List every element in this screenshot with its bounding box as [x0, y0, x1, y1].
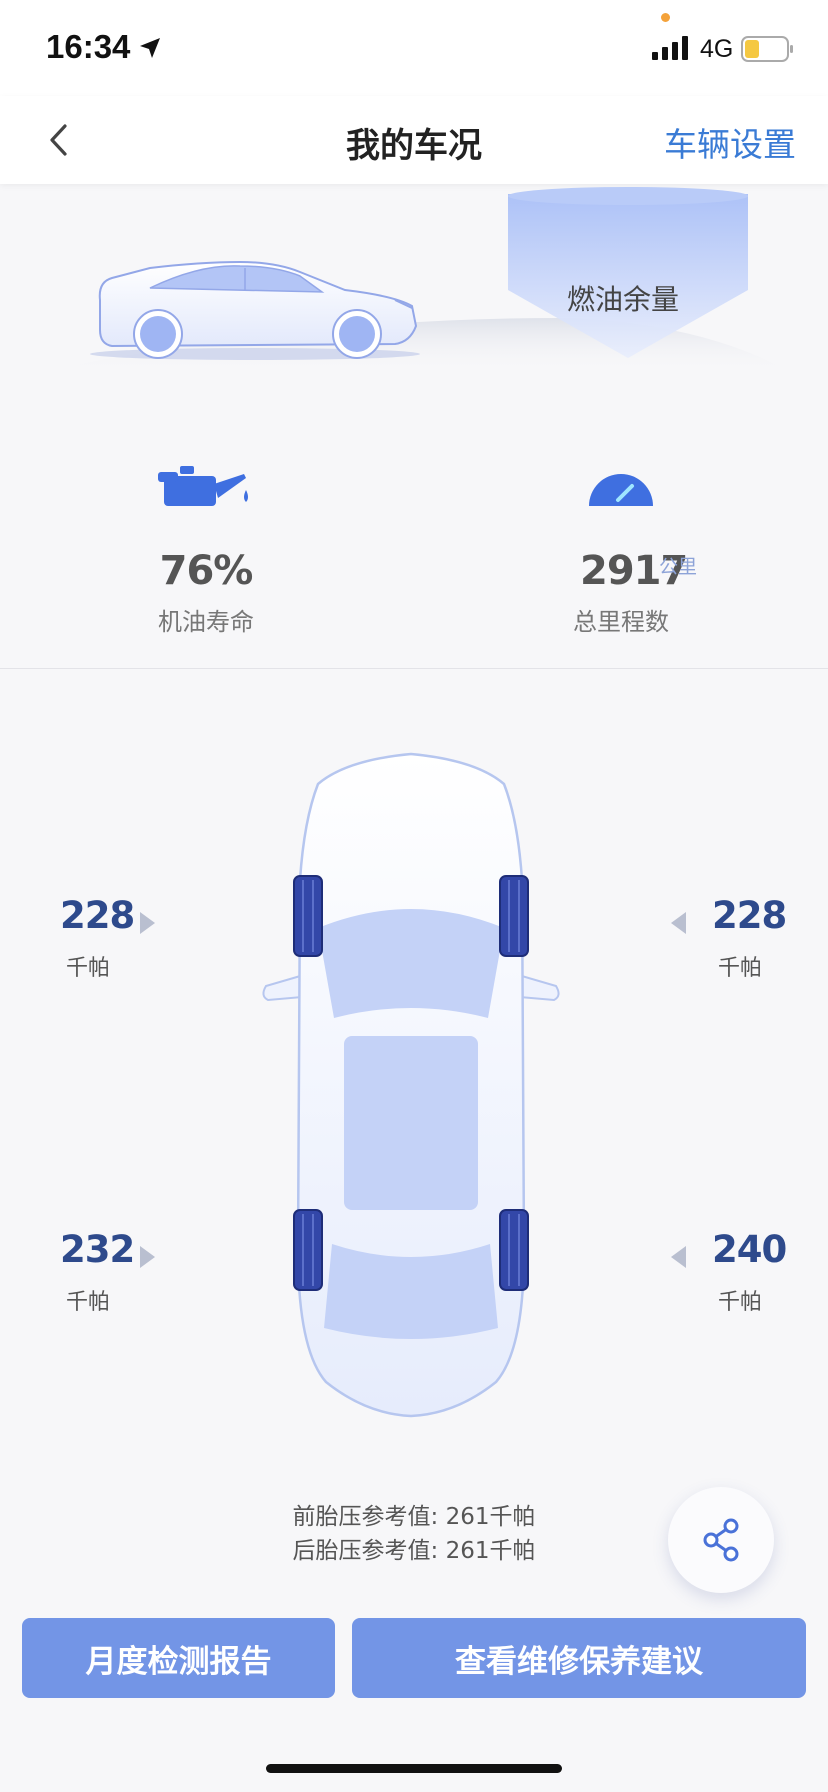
- mileage-unit: 公里: [659, 556, 698, 578]
- location-arrow-icon: [140, 38, 160, 58]
- tire-front-right-unit: 千帕: [717, 956, 762, 981]
- tire-front-right-value: 228: [712, 894, 787, 937]
- maintenance-advice-button[interactable]: 查看维修保养建议: [352, 1618, 806, 1698]
- tire-front-left-pointer-icon: [140, 912, 155, 934]
- signal-icon: [652, 36, 688, 60]
- section-divider: [0, 668, 828, 669]
- share-icon: [703, 1518, 739, 1562]
- tire-rear-left-unit: 千帕: [65, 1290, 110, 1315]
- tire-rear-right-value: 240: [712, 1228, 787, 1271]
- network-type: 4G: [700, 35, 734, 63]
- tire-rear-right-pointer-icon: [671, 1246, 686, 1268]
- tire-rear-left-value: 232: [60, 1228, 135, 1271]
- tire-front-right-pointer-icon: [671, 912, 686, 934]
- monthly-report-button[interactable]: 月度检测报告: [22, 1618, 335, 1698]
- status-time: 16:34: [46, 28, 131, 65]
- tire-rear-right-unit: 千帕: [717, 1290, 762, 1315]
- oil-life-label: 机油寿命: [158, 608, 254, 636]
- tire-front-left-unit: 千帕: [65, 956, 110, 981]
- car-top-view-illustration: [262, 752, 560, 1418]
- speedometer-icon: [589, 474, 653, 506]
- oil-can-icon: [158, 466, 248, 506]
- privacy-indicator-dot: [661, 13, 670, 22]
- battery-icon: [741, 36, 793, 62]
- fuel-level-label: 燃油余量: [566, 283, 679, 316]
- oil-life-value: 76%: [159, 548, 254, 594]
- mileage-label: 总里程数: [573, 608, 669, 636]
- tire-rear-left-pointer-icon: [140, 1246, 155, 1268]
- vehicle-settings-link[interactable]: 车辆设置: [664, 118, 796, 166]
- share-button[interactable]: [668, 1487, 774, 1593]
- home-indicator[interactable]: [266, 1764, 562, 1773]
- tire-front-left-value: 228: [60, 894, 135, 937]
